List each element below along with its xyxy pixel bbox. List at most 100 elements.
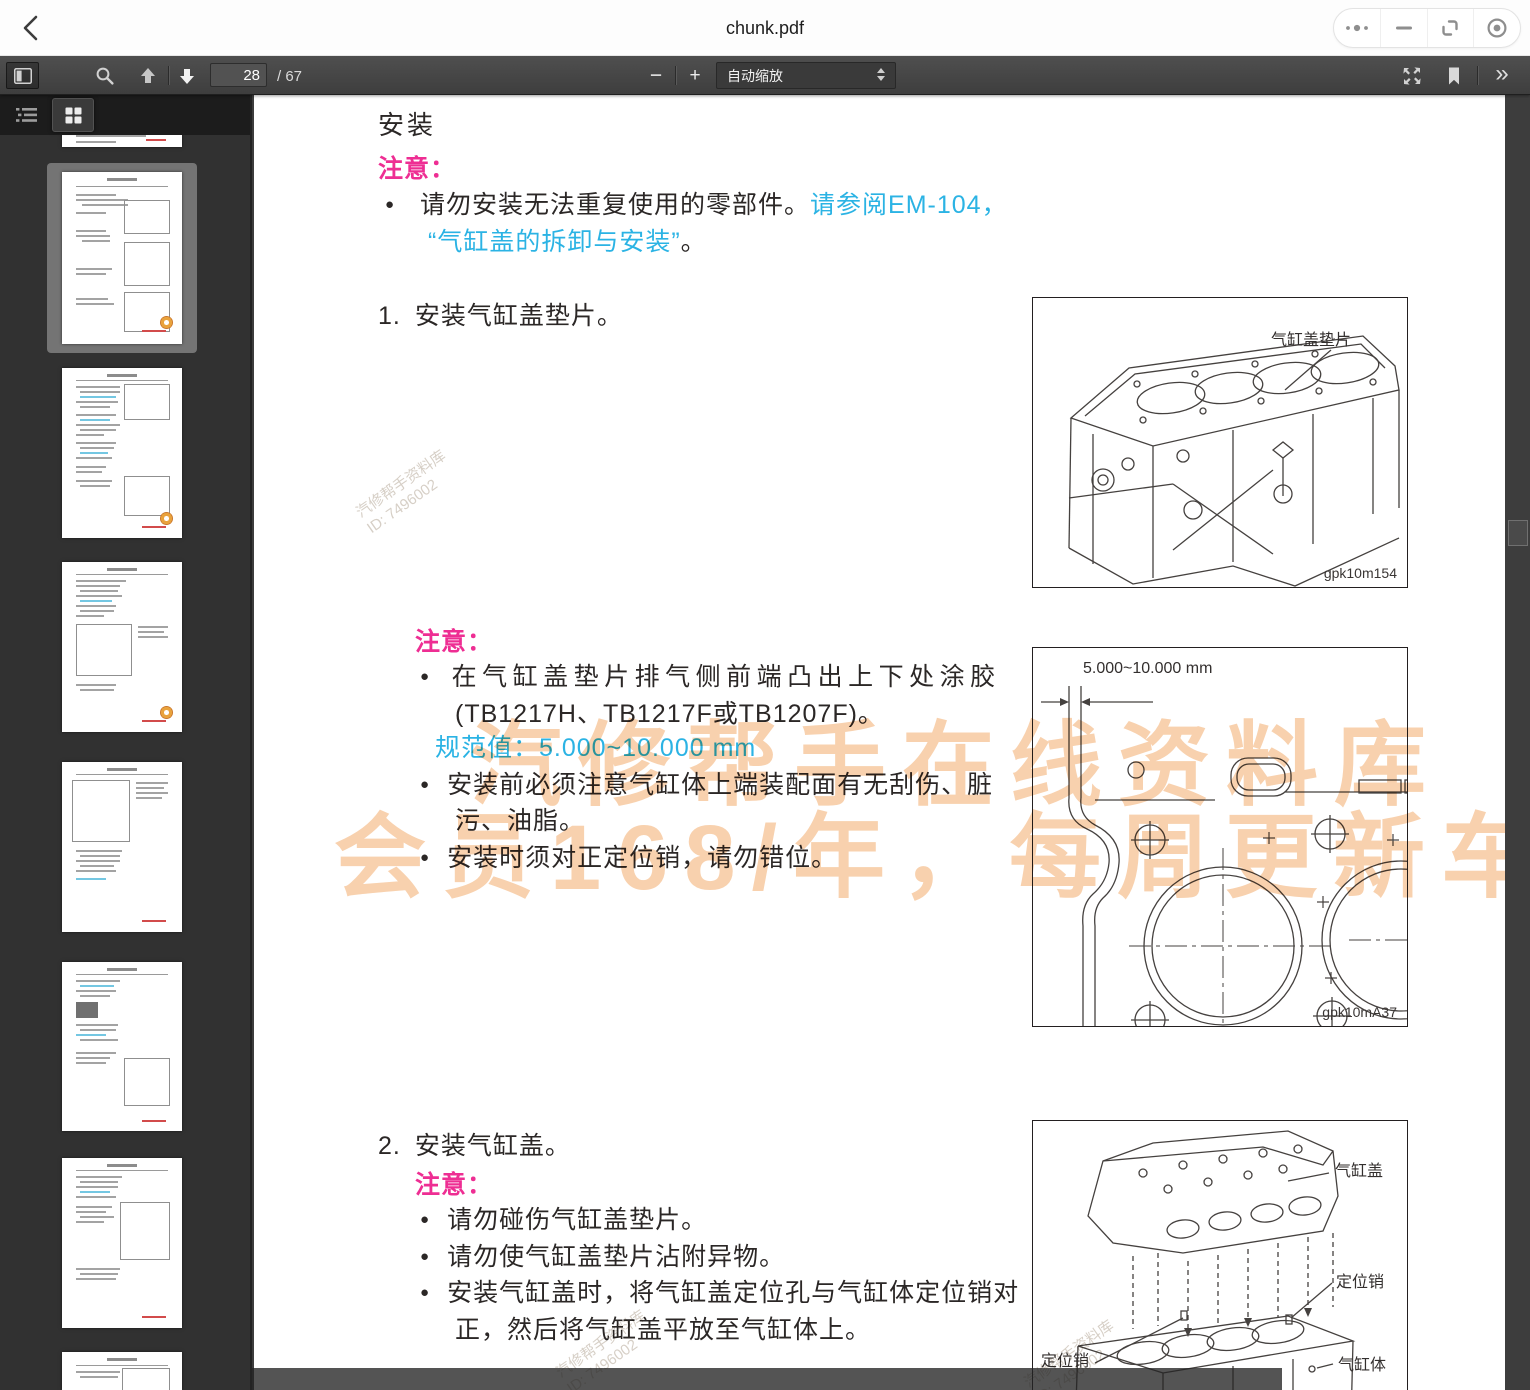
thumbnail-content-block [124,384,170,420]
thumbnail-content-block [76,199,128,201]
bottom-overlay-bar [252,1368,1282,1390]
thumbnail-page[interactable] [62,1158,182,1328]
thumbnail-page[interactable] [62,1352,182,1390]
zoom-in-button[interactable]: + [681,63,709,88]
thumbnail-content-block [76,774,168,775]
thumbnail-content-block [80,419,110,421]
sidebar-resizer[interactable] [250,95,252,1390]
thumbnail-content-block [82,240,110,242]
figure-code: gpk10mA37 [1322,1004,1397,1020]
thumbnail-content-block [136,792,168,794]
outline-list-icon [16,107,38,123]
thumbnail-content-block [80,865,114,867]
thumbnail-content-block [80,406,110,408]
zoom-select-value: 自动缩放 [727,66,783,86]
figure-cylinder-head-gasket: 气缸盖垫片 gpk10m154 [1032,297,1408,588]
thumbnail-content-block [120,1202,170,1260]
thumbnail-content-block [76,1196,116,1198]
page-number-input[interactable] [210,63,267,87]
thumbnail-page[interactable] [62,562,182,732]
thumbnail-content-block [76,624,132,676]
thumbnail-content-block [76,414,116,416]
thumbnail-content-block [107,1358,137,1361]
restore-icon [1440,18,1460,38]
thumbnail-content-block [136,797,162,799]
thumbnail-page[interactable] [62,172,182,344]
step-number: 2. [378,1132,415,1160]
thumbnail-content-block [76,380,168,381]
thumbnail-content-block [76,1268,120,1270]
thumbnail-page[interactable] [62,962,182,1131]
thumbnail-content-block [80,600,112,602]
thumbnail-content-block [76,1365,168,1366]
thumbnail-content-block [124,200,170,234]
step-text: 安装气缸盖垫片。 [415,302,623,330]
thumbnail-content-block [76,141,116,143]
figure-callout: 定位销 [1336,1268,1384,1292]
thumbnail-content-block [76,434,104,436]
reference-link[interactable]: “气缸盖的拆卸与安装” [428,228,681,256]
current-view-bookmark-button[interactable] [1440,63,1468,88]
thumbnail-content-block [138,626,168,628]
sidebar-toggle-icon [14,68,32,84]
thumbnail-content-block [76,1002,98,1018]
previous-page-button[interactable] [134,63,162,88]
thumbnail-content-block [80,396,116,398]
step-number: 1. [378,302,415,330]
notice-label: 注意： [415,1165,493,1201]
thumbnail-content-block [76,480,112,482]
bookmark-icon [1446,66,1462,86]
thumbnail-content-block [76,135,146,137]
thumbnails-view-button[interactable] [52,98,94,132]
step-text: 安装气缸盖。 [415,1132,571,1160]
thumbnail-content-block [107,1164,137,1167]
notice-label: 注意： [378,149,456,185]
zoom-level-select[interactable]: 自动缩放 [716,62,896,89]
thumbnail-content-block [76,1371,120,1373]
window-titlebar: chunk.pdf [0,0,1530,56]
small-watermark: 汽修帮手资料库ID: 7496002 [353,446,461,537]
thumbnail-content-block [136,787,164,789]
presentation-mode-button[interactable] [1398,63,1426,88]
minimize-button[interactable] [1380,9,1427,47]
zoom-out-button[interactable]: − [642,63,670,88]
thumbnail-page[interactable] [62,762,182,932]
thumbnail-content-block [80,590,118,592]
more-options-button[interactable] [1334,9,1380,47]
section-heading: 安装 [378,105,436,142]
thumbnail-sidebar [0,95,250,1390]
thumbnail-content-block [142,720,166,722]
close-home-button[interactable] [1473,9,1520,47]
thumbnail-content-block [146,139,166,141]
pdf-toolbar: / 67 − + 自动缩放 » [0,56,1530,95]
thumbnail-content-block [76,615,104,617]
circle-dot-icon [1486,17,1508,39]
outline-view-button[interactable] [10,100,44,130]
thumbnail-content-block [76,303,114,305]
page-count-label: / 67 [277,68,302,85]
secondary-toolbar-button[interactable]: » [1486,59,1518,89]
thumbnail-content-block [76,684,116,686]
next-page-button[interactable] [173,63,201,88]
thumbnail-page[interactable] [62,368,182,538]
vertical-scrollbar-thumb[interactable] [1508,520,1528,546]
thumbnail-content-block [76,235,110,237]
thumbnail-content-block [82,204,128,206]
thumbnail-content-block [76,1221,104,1223]
thumbnail-content-block [142,1120,166,1122]
thumbnail-content-block [76,1052,116,1054]
thumbnail-content-block [76,268,112,270]
restore-window-button[interactable] [1427,9,1474,47]
arrow-down-icon [178,67,196,85]
thumbnail-content-block [142,330,166,332]
select-arrows-icon [877,68,886,81]
toolbar-separator [675,66,676,85]
thumbnail-content-block [76,1170,168,1171]
thumbnail-page[interactable] [62,133,182,147]
thumbnail-content-block [80,995,110,997]
notice-bullet-continued: “气缸盖的拆卸与安装”。 [428,222,707,258]
thumbnail-content-block [76,878,106,880]
reference-link[interactable]: 请参阅EM-104， [810,191,1008,219]
toggle-sidebar-button[interactable] [6,62,39,89]
search-button[interactable] [92,63,118,88]
